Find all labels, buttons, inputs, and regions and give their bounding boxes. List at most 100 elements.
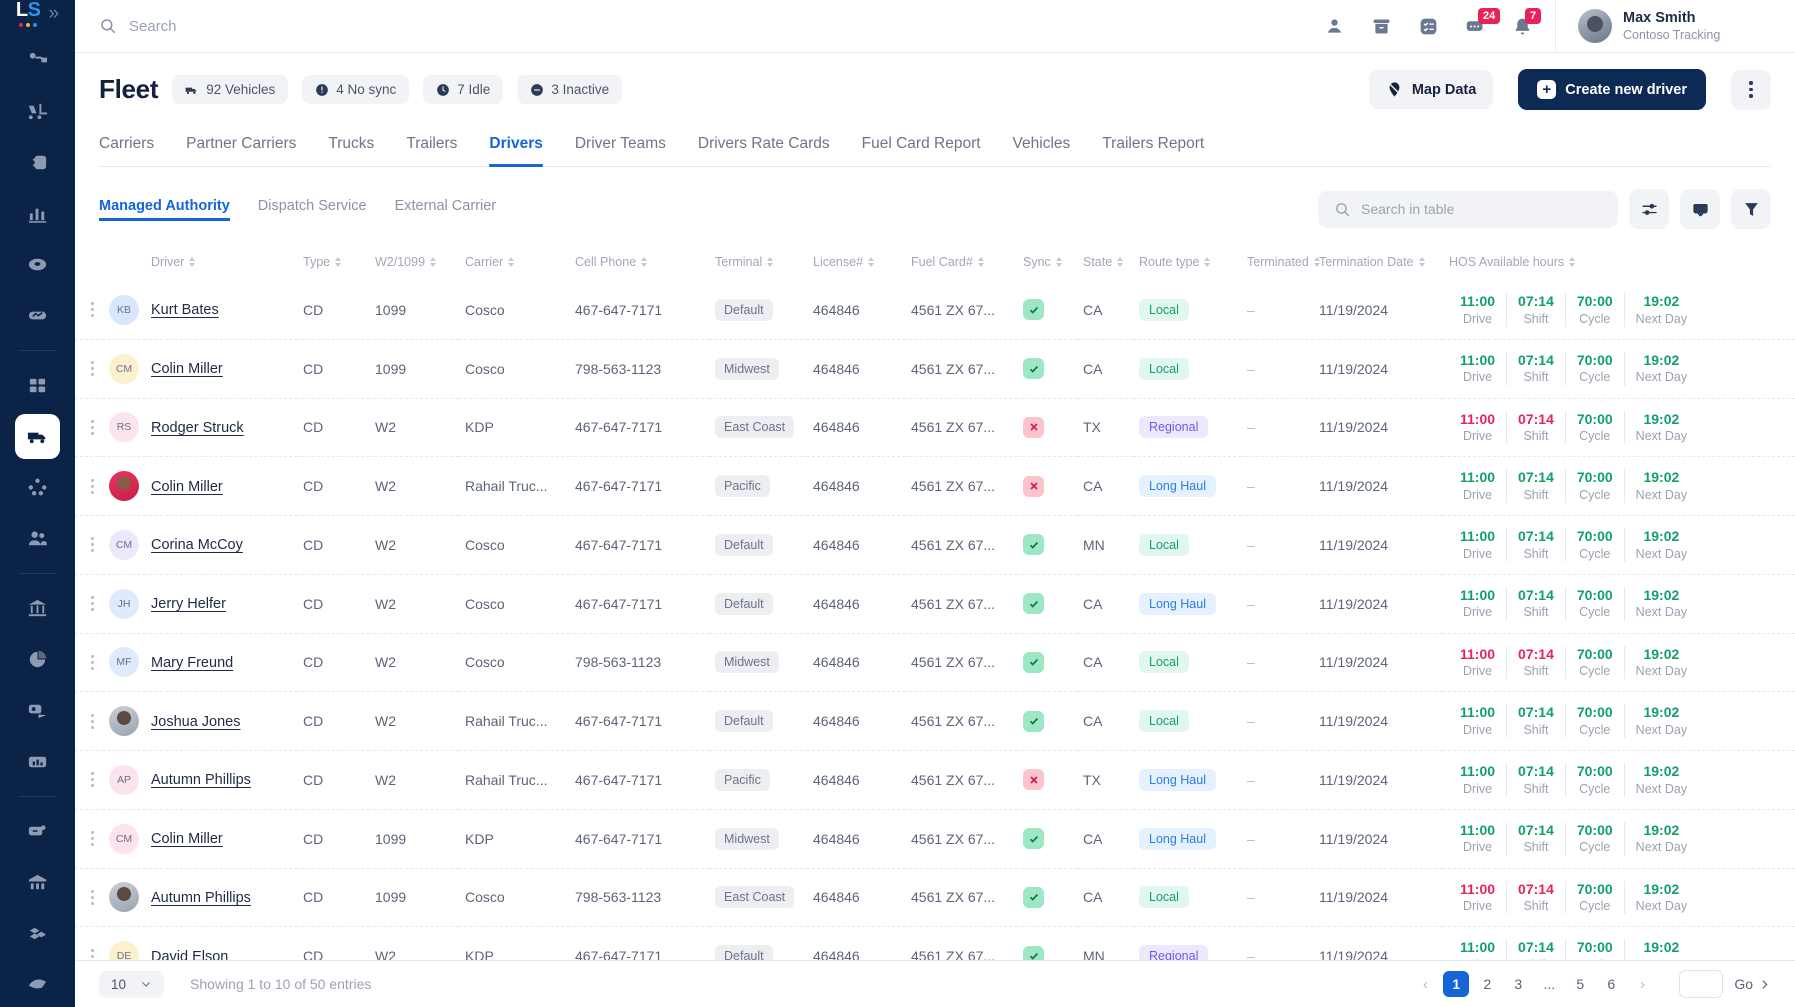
driver-name[interactable]: Jerry Helfer <box>151 596 226 612</box>
table-row[interactable]: Autumn Phillips CD 1099 Cosco 798-563-11… <box>75 868 1795 927</box>
driver-cell[interactable]: Joshua Jones <box>145 692 297 751</box>
row-menu-cell[interactable] <box>75 927 103 960</box>
tab-drivers-rate-cards[interactable]: Drivers Rate Cards <box>698 126 830 166</box>
sidebar-item-fleet[interactable] <box>15 414 60 459</box>
sidebar-item-bank[interactable] <box>15 586 60 631</box>
row-menu-cell[interactable] <box>75 692 103 751</box>
driver-name[interactable]: Colin Miller <box>151 479 223 495</box>
pagination-page[interactable]: 3 <box>1505 971 1531 997</box>
row-kebab-icon[interactable] <box>81 772 103 788</box>
sidebar-item-shipment[interactable] <box>15 962 60 1007</box>
user-profile[interactable]: Max Smith Contoso Tracking <box>1555 0 1795 53</box>
double-chevron-right-icon[interactable]: » <box>48 4 59 23</box>
page-size-select[interactable]: 10 <box>99 970 165 998</box>
pagination-page[interactable]: 1 <box>1443 971 1470 997</box>
table-search-input[interactable]: Search in table <box>1318 190 1618 228</box>
sidebar-item-payments[interactable] <box>15 688 60 733</box>
row-menu-cell[interactable] <box>75 457 103 516</box>
driver-name[interactable]: Mary Freund <box>151 655 233 671</box>
go-to-page-input[interactable] <box>1679 970 1724 998</box>
tab-fuel-card-report[interactable]: Fuel Card Report <box>862 126 981 166</box>
chip-idle[interactable]: 7 Idle <box>423 75 504 104</box>
th-cell-phone[interactable]: Cell Phone <box>569 247 709 281</box>
app-logo[interactable]: LS <box>16 0 41 27</box>
subtab-dispatch-service[interactable]: Dispatch Service <box>258 198 367 221</box>
chip-vehicles[interactable]: 92 Vehicles <box>172 75 289 104</box>
sidebar-item-trend[interactable] <box>15 293 60 338</box>
sidebar-item-report-chart[interactable] <box>15 739 60 784</box>
table-row[interactable]: CM Colin Miller CD 1099 Cosco 798-563-11… <box>75 339 1795 398</box>
map-data-button[interactable]: Map Data <box>1368 70 1494 109</box>
user-icon[interactable] <box>1324 16 1345 37</box>
sidebar-item-location-pin[interactable] <box>15 242 60 287</box>
row-menu-cell[interactable] <box>75 809 103 868</box>
row-menu-cell[interactable] <box>75 574 103 633</box>
driver-cell[interactable]: Colin Miller <box>145 457 297 516</box>
row-menu-cell[interactable] <box>75 398 103 457</box>
row-menu-cell[interactable] <box>75 868 103 927</box>
driver-cell[interactable]: Jerry Helfer <box>145 574 297 633</box>
driver-cell[interactable]: Mary Freund <box>145 633 297 692</box>
row-menu-cell[interactable] <box>75 281 103 339</box>
chip-no-sync[interactable]: 4 No sync <box>302 75 410 104</box>
th-terminal[interactable]: Terminal <box>709 247 807 281</box>
driver-name[interactable]: Kurt Bates <box>151 302 219 318</box>
pagination-page[interactable]: 5 <box>1567 971 1593 997</box>
table-row[interactable]: AP Autumn Phillips CD W2 Rahail Truc... … <box>75 751 1795 810</box>
row-kebab-icon[interactable] <box>81 478 103 494</box>
tab-vehicles[interactable]: Vehicles <box>1013 126 1071 166</box>
subtab-managed-authority[interactable]: Managed Authority <box>99 198 230 221</box>
sidebar-item-network[interactable] <box>15 465 60 510</box>
messages-icon[interactable]: 24 <box>1465 7 1501 37</box>
table-row[interactable]: RS Rodger Struck CD W2 KDP 467-647-7171 … <box>75 398 1795 457</box>
driver-cell[interactable]: Autumn Phillips <box>145 751 297 810</box>
driver-name[interactable]: Joshua Jones <box>151 714 240 730</box>
pagination-page[interactable]: 6 <box>1598 971 1624 997</box>
table-row[interactable]: MF Mary Freund CD W2 Cosco 798-563-1123 … <box>75 633 1795 692</box>
driver-name[interactable]: Colin Miller <box>151 831 223 847</box>
sidebar-item-login-arrow[interactable] <box>15 140 60 185</box>
filter-icon[interactable] <box>1731 189 1771 229</box>
download-icon[interactable] <box>1680 189 1720 229</box>
driver-name[interactable]: Autumn Phillips <box>151 890 251 906</box>
table-row[interactable]: KB Kurt Bates CD 1099 Cosco 467-647-7171… <box>75 281 1795 340</box>
sidebar-item-money[interactable] <box>15 809 60 854</box>
row-kebab-icon[interactable] <box>81 302 103 318</box>
driver-cell[interactable]: David Elson <box>145 927 297 960</box>
driver-cell[interactable]: Kurt Bates <box>145 281 297 339</box>
row-menu-cell[interactable] <box>75 633 103 692</box>
th-terminated[interactable]: Terminated <box>1241 247 1320 281</box>
driver-cell[interactable]: Autumn Phillips <box>145 868 297 927</box>
table-row[interactable]: CM Corina McCoy CD W2 Cosco 467-647-7171… <box>75 516 1795 575</box>
pagination-next[interactable]: › <box>1629 971 1655 997</box>
th-termination-date[interactable]: Termination Date <box>1313 247 1443 281</box>
go-button[interactable]: Go <box>1734 976 1771 992</box>
row-menu-cell[interactable] <box>75 751 103 810</box>
table-row[interactable]: Joshua Jones CD W2 Rahail Truc... 467-64… <box>75 692 1795 751</box>
row-kebab-icon[interactable] <box>81 654 103 670</box>
th-driver[interactable]: Driver <box>145 247 297 281</box>
task-list-icon[interactable] <box>1418 16 1439 37</box>
bell-icon[interactable]: 7 <box>1512 7 1542 37</box>
driver-name[interactable]: David Elson <box>151 949 228 960</box>
row-kebab-icon[interactable] <box>81 948 103 960</box>
th-state[interactable]: State <box>1077 247 1133 281</box>
global-search[interactable]: Search <box>75 17 1324 35</box>
row-menu-cell[interactable] <box>75 516 103 575</box>
table-row[interactable]: DE David Elson CD W2 KDP 467-647-7171 De… <box>75 927 1795 960</box>
row-kebab-icon[interactable] <box>81 713 103 729</box>
create-new-driver-button[interactable]: + Create new driver <box>1518 69 1706 110</box>
row-menu-cell[interactable] <box>75 339 103 398</box>
driver-name[interactable]: Autumn Phillips <box>151 772 251 788</box>
tab-trailers[interactable]: Trailers <box>406 126 457 166</box>
sidebar-item-forklift[interactable] <box>15 89 60 134</box>
th-route-type[interactable]: Route type <box>1133 247 1241 281</box>
driver-cell[interactable]: Colin Miller <box>145 809 297 868</box>
chip-inactive[interactable]: 3 Inactive <box>517 75 623 104</box>
row-kebab-icon[interactable] <box>81 419 103 435</box>
row-kebab-icon[interactable] <box>81 596 103 612</box>
row-kebab-icon[interactable] <box>81 537 103 553</box>
th-sync[interactable]: Sync <box>1017 247 1077 281</box>
subtab-external-carrier[interactable]: External Carrier <box>395 198 497 221</box>
th-fuel-card[interactable]: Fuel Card# <box>905 247 1017 281</box>
